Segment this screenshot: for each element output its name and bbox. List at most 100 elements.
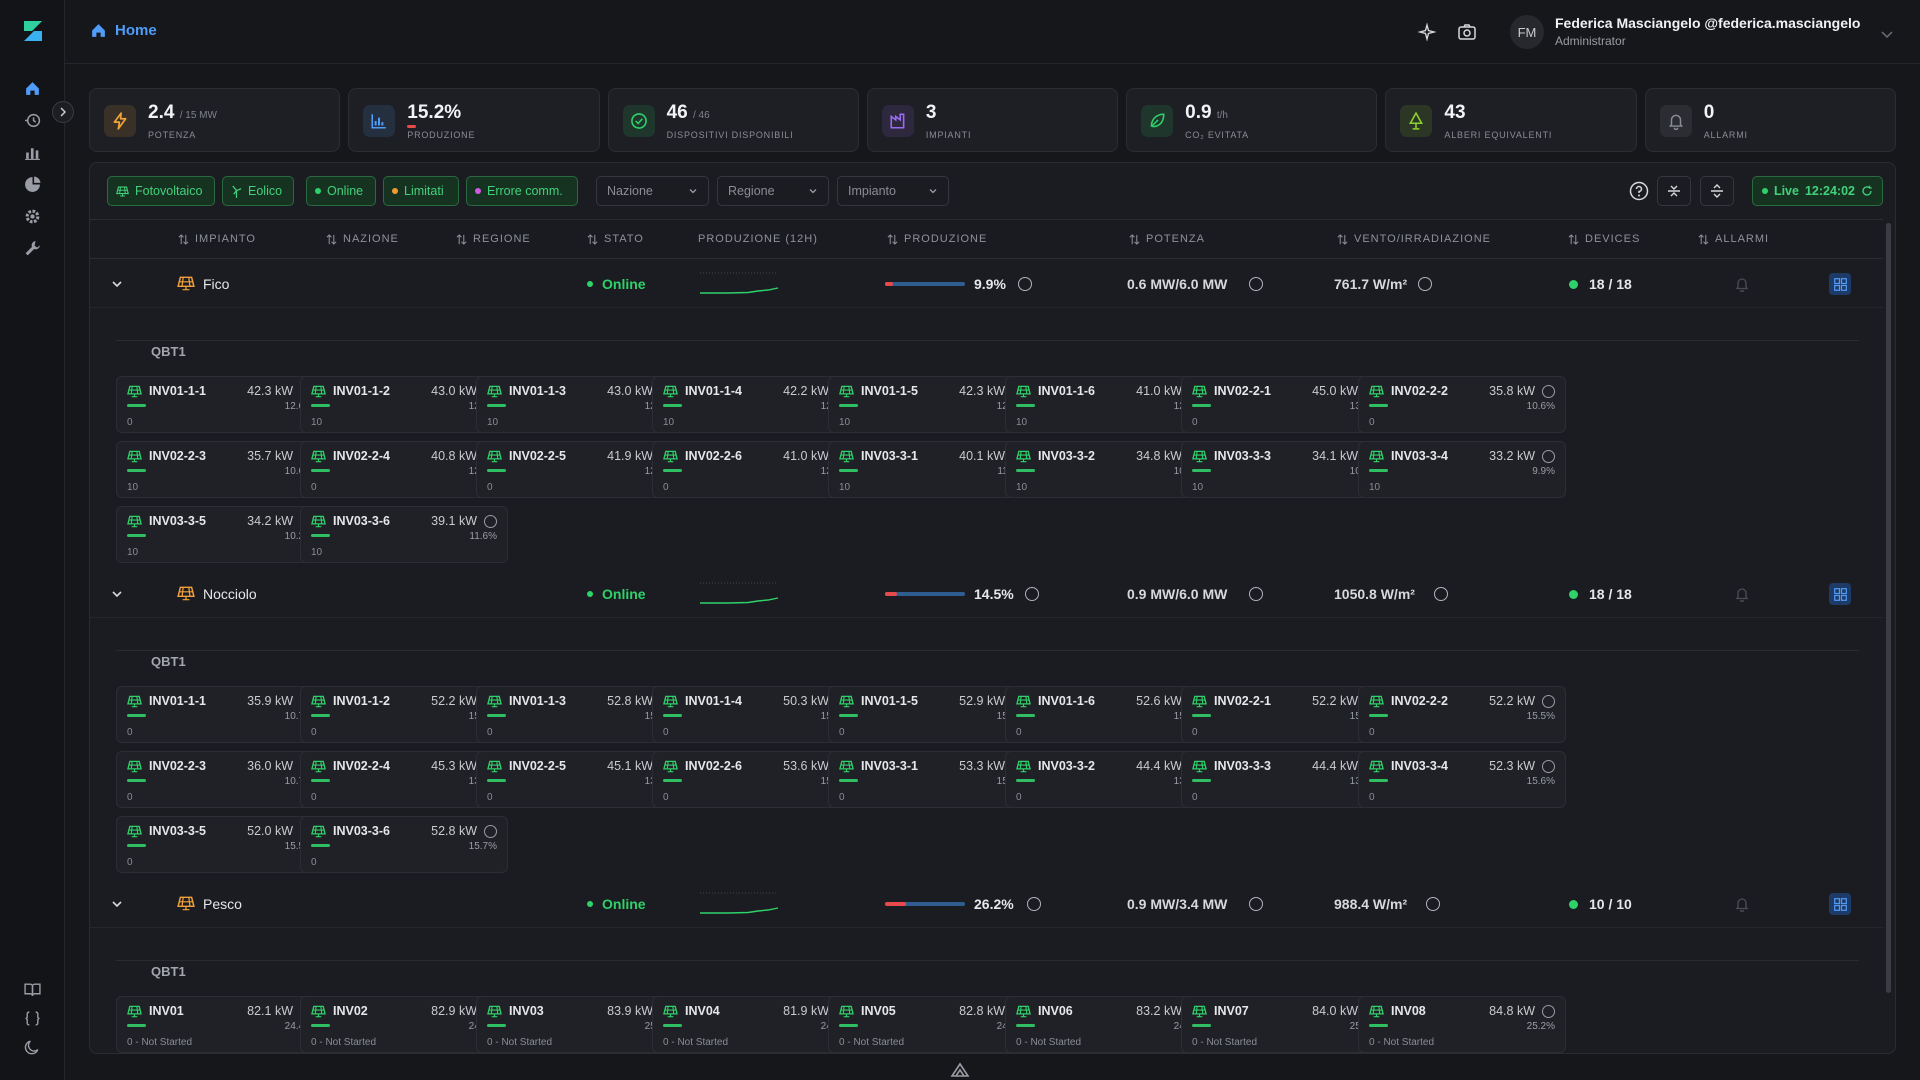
chevron-down-icon[interactable]	[110, 277, 124, 291]
filter-chip-online[interactable]: Online	[306, 176, 376, 206]
info-icon[interactable]	[1249, 587, 1263, 601]
info-icon[interactable]	[1249, 277, 1263, 291]
sparkle-icon[interactable]	[1417, 22, 1437, 42]
plant-name[interactable]: Pesco	[203, 896, 242, 912]
column-header[interactable]: POTENZA	[1129, 233, 1205, 245]
nav-history-icon[interactable]	[22, 110, 42, 130]
inverter-card[interactable]: INV03-3-4 33.2 kW 9.9% 10	[1358, 441, 1566, 498]
info-icon[interactable]	[1542, 760, 1555, 773]
column-header[interactable]: STATO	[587, 233, 644, 245]
column-header[interactable]: NAZIONE	[326, 233, 399, 245]
info-icon[interactable]	[1027, 897, 1041, 911]
nav-theme-icon[interactable]	[22, 1037, 42, 1057]
plant-row[interactable]: Nocciolo Online 14.5% 0.9 MW/6.0 MW 1050.8 W…	[90, 570, 1883, 618]
app-logo-icon[interactable]	[20, 17, 46, 45]
dashboard-view-button[interactable]	[1829, 583, 1851, 605]
bell-icon[interactable]	[1734, 586, 1750, 602]
regione-select[interactable]: Regione	[717, 176, 829, 206]
camera-icon[interactable]	[1457, 22, 1477, 42]
inverter-name: INV02-2-1	[1214, 384, 1271, 398]
nav-settings-icon[interactable]	[22, 206, 42, 226]
chevron-down-icon[interactable]	[110, 897, 124, 911]
bell-icon[interactable]	[1734, 276, 1750, 292]
inverter-card[interactable]: INV03-3-6 52.8 kW 15.7% 0	[300, 816, 508, 873]
column-header[interactable]: IMPIANTO	[178, 233, 256, 245]
production-bar	[885, 902, 965, 906]
info-icon[interactable]	[1018, 277, 1032, 291]
info-icon[interactable]	[1249, 897, 1263, 911]
info-icon[interactable]	[1025, 587, 1039, 601]
info-icon[interactable]	[484, 825, 497, 838]
inverter-card[interactable]: INV02-2-2 35.8 kW 10.6% 0	[1358, 376, 1566, 433]
collapse-all-button[interactable]	[1657, 176, 1691, 206]
solar-panel-icon	[127, 450, 142, 463]
inverter-name: INV03-3-6	[333, 824, 390, 838]
inverter-power: 42.2 kW	[783, 384, 829, 398]
column-header[interactable]: VENTO/IRRADIAZIONE	[1337, 233, 1491, 245]
filter-chip-limitati[interactable]: Limitati	[383, 176, 459, 206]
chevron-down-icon[interactable]	[1877, 24, 1897, 44]
nav-api-icon[interactable]	[22, 1008, 42, 1028]
inverter-card[interactable]: INV01-1-1 42.3 kW 12.6% 0	[116, 376, 324, 433]
impianto-select[interactable]: Impianto	[837, 176, 949, 206]
nav-docs-icon[interactable]	[22, 979, 42, 999]
breadcrumb-home[interactable]: Home	[115, 22, 157, 39]
inverter-name: INV02-2-6	[685, 759, 742, 773]
scrollbar[interactable]	[1886, 223, 1891, 993]
status-dot-icon	[587, 901, 593, 907]
inverter-card[interactable]: INV02-2-3 36.0 kW 10.7% 0	[116, 751, 324, 808]
user-name[interactable]: Federica Masciangelo @federica.masciange…	[1555, 15, 1860, 31]
info-icon[interactable]	[1542, 1005, 1555, 1018]
dashboard-view-button[interactable]	[1829, 893, 1851, 915]
inverter-card[interactable]: INV01 82.1 kW 24.4% 0 - Not Started	[116, 996, 324, 1053]
nazione-select[interactable]: Nazione	[596, 176, 709, 206]
plant-row[interactable]: Pesco Online 26.2% 0.9 MW/3.4 MW 988.4 W/m² 1…	[90, 880, 1883, 928]
dashboard-view-button[interactable]	[1829, 273, 1851, 295]
plant-name[interactable]: Fico	[203, 276, 229, 292]
expand-all-button[interactable]	[1700, 176, 1734, 206]
nav-analytics-icon[interactable]	[22, 142, 42, 162]
plant-row[interactable]: Fico Online 9.9% 0.6 MW/6.0 MW 761.7 W/m² 18 …	[90, 260, 1883, 308]
inverter-card[interactable]: INV03-3-6 39.1 kW 11.6% 10	[300, 506, 508, 563]
column-header[interactable]: ALLARMI	[1698, 233, 1769, 245]
inverter-card[interactable]: INV02-2-2 52.2 kW 15.5% 0	[1358, 686, 1566, 743]
info-icon[interactable]	[1542, 695, 1555, 708]
breadcrumb[interactable]: Home	[90, 22, 157, 39]
sidebar-expand-button[interactable]	[52, 101, 74, 123]
info-icon[interactable]	[1542, 450, 1555, 463]
info-icon[interactable]	[1426, 897, 1440, 911]
plant-name[interactable]: Nocciolo	[203, 586, 257, 602]
inverter-bar	[663, 714, 682, 717]
help-icon[interactable]	[1629, 181, 1649, 201]
inverter-card[interactable]: INV03-3-5 52.0 kW 15.5% 0	[116, 816, 324, 873]
info-icon[interactable]	[1434, 587, 1448, 601]
bell-icon[interactable]	[1734, 896, 1750, 912]
nav-tools-icon[interactable]	[22, 238, 42, 258]
info-icon[interactable]	[1542, 385, 1555, 398]
filter-chip-fotovoltaico[interactable]: Fotovoltaico	[107, 176, 215, 206]
avatar[interactable]: FM	[1510, 15, 1544, 49]
column-header[interactable]: DEVICES	[1568, 233, 1640, 245]
live-status-button[interactable]: Live 12:24:02	[1751, 176, 1883, 206]
column-header[interactable]: PRODUZIONE	[887, 233, 987, 245]
nav-reports-icon[interactable]	[22, 174, 42, 194]
column-header[interactable]: PRODUZIONE (12H)	[698, 233, 818, 245]
filter-chip-errore-comm[interactable]: Errore comm.	[466, 176, 578, 206]
column-header[interactable]: REGIONE	[456, 233, 531, 245]
inverter-card[interactable]: INV03-3-4 52.3 kW 15.6% 0	[1358, 751, 1566, 808]
inverter-card[interactable]: INV03-3-5 34.2 kW 10.2% 10	[116, 506, 324, 563]
kpi-number: 3	[925, 102, 937, 123]
inverter-card[interactable]: INV08 84.8 kW 25.2% 0 - Not Started	[1358, 996, 1566, 1053]
nav-home-icon[interactable]	[22, 78, 42, 98]
filter-chip-eolico[interactable]: Eolico	[222, 176, 294, 206]
info-icon[interactable]	[1418, 277, 1432, 291]
bottom-logo-icon[interactable]	[950, 1062, 970, 1078]
chevron-down-icon[interactable]	[110, 587, 124, 601]
inverter-status-code: 0 - Not Started	[663, 1037, 729, 1048]
filter-chip-label: Eolico	[248, 184, 283, 198]
inverter-card[interactable]: INV01-1-1 35.9 kW 10.7% 0	[116, 686, 324, 743]
inverter-status-code: 0	[311, 857, 317, 868]
info-icon[interactable]	[484, 515, 497, 528]
inverter-card[interactable]: INV02-2-3 35.7 kW 10.6% 10	[116, 441, 324, 498]
status-dot-icon	[587, 281, 593, 287]
